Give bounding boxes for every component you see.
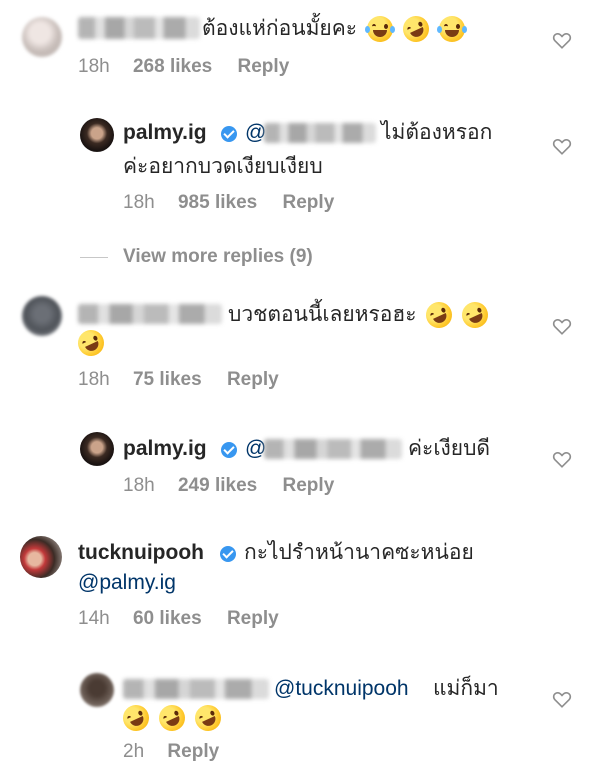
- rolling-on-the-floor-laughing-icon: [457, 298, 493, 333]
- heart-outline-icon[interactable]: [552, 31, 572, 49]
- avatar[interactable]: [22, 17, 62, 57]
- username[interactable]: palmy.ig: [123, 434, 207, 464]
- reply-button[interactable]: Reply: [238, 56, 290, 77]
- verified-badge-icon: [220, 546, 236, 562]
- rolling-on-the-floor-laughing-icon: [73, 326, 109, 361]
- likes-count[interactable]: 985 likes: [178, 192, 257, 213]
- reply-button[interactable]: Reply: [227, 369, 279, 390]
- likes-count[interactable]: 268 likes: [133, 56, 212, 77]
- divider: [80, 257, 108, 258]
- avatar[interactable]: [80, 118, 114, 152]
- redacted-mention: [264, 439, 402, 459]
- heart-outline-icon[interactable]: [552, 317, 572, 335]
- timestamp: 18h: [123, 192, 155, 213]
- avatar[interactable]: [22, 296, 62, 336]
- verified-badge-icon: [221, 126, 237, 142]
- timestamp: 18h: [78, 369, 110, 390]
- likes-count[interactable]: 249 likes: [178, 475, 257, 496]
- rolling-on-the-floor-laughing-icon: [118, 701, 154, 736]
- likes-count[interactable]: 60 likes: [133, 608, 202, 629]
- comment-text-continued: ค่ะอยากบวดเงียบเงียบ: [123, 155, 323, 178]
- redacted-username: [78, 17, 200, 39]
- timestamp: 14h: [78, 608, 110, 629]
- reply-button[interactable]: Reply: [167, 741, 219, 762]
- comment-text-continued: [73, 326, 109, 361]
- avatar[interactable]: [80, 673, 114, 707]
- comment-text: แม่ก็มา: [433, 677, 499, 700]
- username[interactable]: palmy.ig: [123, 118, 207, 148]
- comment-text: กะไปรำหน้านาคซะหน่อย: [244, 541, 474, 564]
- mention[interactable]: @palmy.ig: [78, 568, 176, 598]
- view-more-replies-button[interactable]: View more replies (9): [123, 245, 313, 269]
- reply-button[interactable]: Reply: [283, 192, 335, 213]
- redacted-mention: [264, 123, 376, 143]
- comment-text: ไม่ต้องหรอก: [381, 121, 493, 144]
- username[interactable]: tucknuipooh: [78, 538, 204, 568]
- heart-outline-icon[interactable]: [552, 450, 572, 468]
- comment-text: ค่ะเงียบดี: [408, 437, 491, 460]
- comment-text-continued: [118, 701, 225, 736]
- redacted-username: [78, 304, 222, 324]
- reply-button[interactable]: Reply: [227, 608, 279, 629]
- comment-body: ต้องแห่ก่อนมั้ยคะ: [202, 17, 358, 40]
- redacted-username: [123, 679, 269, 699]
- mention[interactable]: @tucknuipooh: [274, 674, 409, 704]
- avatar[interactable]: [20, 536, 62, 578]
- comment-meta: 14h 60 likes Reply: [78, 607, 279, 631]
- comment-meta: 18h 75 likes Reply: [78, 368, 279, 392]
- timestamp: 2h: [123, 741, 145, 762]
- rolling-on-the-floor-laughing-icon: [190, 701, 225, 736]
- avatar[interactable]: [80, 432, 114, 466]
- rolling-on-the-floor-laughing-icon: [422, 298, 457, 333]
- timestamp: 18h: [78, 56, 110, 77]
- reply-button[interactable]: Reply: [283, 475, 335, 496]
- comment-meta: 18h 985 likes Reply: [123, 191, 334, 215]
- likes-count[interactable]: 75 likes: [133, 369, 202, 390]
- comment-text: ต้องแห่ก่อนมั้ยคะ: [202, 12, 467, 47]
- rolling-on-the-floor-laughing-icon: [398, 12, 434, 47]
- comment-text: บวชตอนนี้เลยหรอฮะ: [228, 298, 493, 333]
- heart-outline-icon[interactable]: [552, 137, 572, 155]
- face-with-tears-of-joy-icon: [436, 16, 467, 43]
- heart-outline-icon[interactable]: [552, 690, 572, 708]
- rolling-on-the-floor-laughing-icon: [154, 701, 190, 736]
- timestamp: 18h: [123, 475, 155, 496]
- face-with-tears-of-joy-icon: [364, 16, 395, 43]
- comment-meta: 18h 249 likes Reply: [123, 474, 334, 498]
- comment-meta: 2h Reply: [123, 740, 219, 764]
- comment-body: บวชตอนนี้เลยหรอฮะ: [228, 303, 417, 326]
- comment-meta: 18h 268 likes Reply: [78, 55, 289, 79]
- verified-badge-icon: [221, 442, 237, 458]
